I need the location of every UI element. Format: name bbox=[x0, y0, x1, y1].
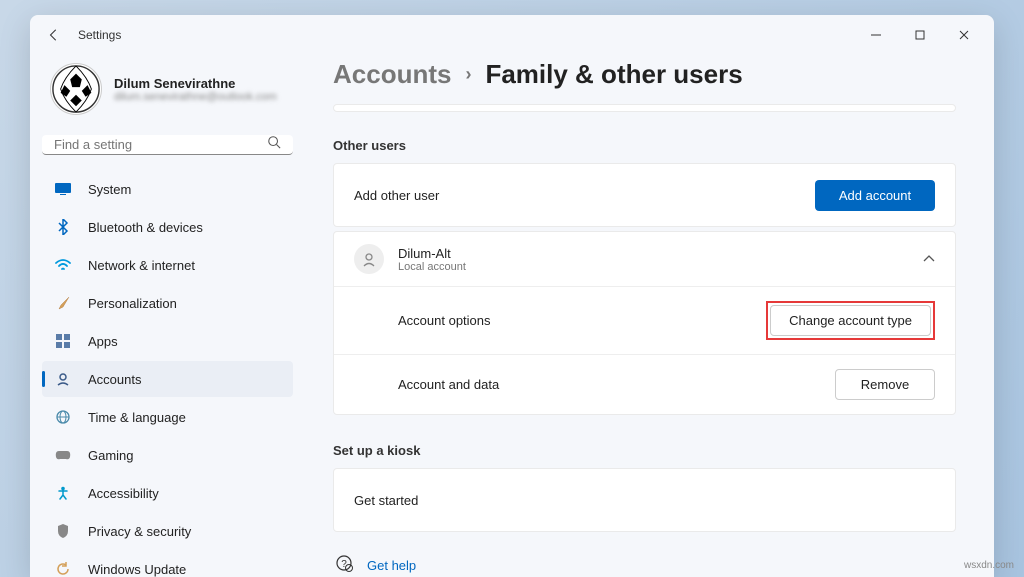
sidebar-item-update[interactable]: Windows Update bbox=[42, 551, 293, 577]
sidebar-item-accounts[interactable]: Accounts bbox=[42, 361, 293, 397]
account-data-label: Account and data bbox=[398, 377, 835, 392]
user-type: Local account bbox=[398, 261, 466, 273]
sidebar-item-time[interactable]: Time & language bbox=[42, 399, 293, 435]
sidebar-item-label: System bbox=[88, 182, 131, 197]
apps-icon bbox=[54, 332, 72, 350]
kiosk-card[interactable]: Get started bbox=[333, 468, 956, 532]
accessibility-icon bbox=[54, 484, 72, 502]
sidebar-item-system[interactable]: System bbox=[42, 171, 293, 207]
user-name: Dilum-Alt bbox=[398, 246, 466, 261]
add-other-user-label: Add other user bbox=[354, 188, 815, 203]
section-kiosk-heading: Set up a kiosk bbox=[333, 443, 956, 458]
window-title: Settings bbox=[78, 28, 121, 42]
minimize-button[interactable] bbox=[854, 19, 898, 51]
sidebar-item-accessibility[interactable]: Accessibility bbox=[42, 475, 293, 511]
sidebar-item-network[interactable]: Network & internet bbox=[42, 247, 293, 283]
chevron-right-icon: › bbox=[465, 64, 471, 85]
sidebar-item-gaming[interactable]: Gaming bbox=[42, 437, 293, 473]
breadcrumb-parent[interactable]: Accounts bbox=[333, 59, 451, 90]
svg-text:?: ? bbox=[341, 559, 347, 570]
gaming-icon bbox=[54, 446, 72, 464]
profile-name: Dilum Senevirathne bbox=[114, 76, 277, 91]
search-box[interactable] bbox=[42, 135, 293, 155]
profile-block[interactable]: Dilum Senevirathne dilum.senevirathne@ou… bbox=[42, 55, 293, 135]
maximize-button[interactable] bbox=[898, 19, 942, 51]
brush-icon bbox=[54, 294, 72, 312]
accounts-icon bbox=[54, 370, 72, 388]
window-controls bbox=[854, 19, 986, 51]
sidebar-item-label: Gaming bbox=[88, 448, 134, 463]
sidebar-item-label: Network & internet bbox=[88, 258, 195, 273]
account-data-row: Account and data Remove bbox=[334, 354, 955, 414]
get-help-link[interactable]: Get help bbox=[367, 558, 416, 573]
account-options-row: Account options Change account type bbox=[334, 287, 955, 354]
globe-icon bbox=[54, 408, 72, 426]
breadcrumb-current: Family & other users bbox=[485, 59, 742, 90]
profile-email: dilum.senevirathne@outlook.com bbox=[114, 91, 277, 103]
sidebar-item-label: Personalization bbox=[88, 296, 177, 311]
add-user-card: Add other user Add account bbox=[333, 163, 956, 227]
remove-button[interactable]: Remove bbox=[835, 369, 935, 400]
person-icon bbox=[354, 244, 384, 274]
partial-card-top bbox=[333, 104, 956, 112]
sidebar-item-label: Privacy & security bbox=[88, 524, 191, 539]
update-icon bbox=[54, 560, 72, 577]
help-row: ? Get help bbox=[333, 546, 956, 577]
user-row[interactable]: Dilum-Alt Local account bbox=[334, 232, 955, 286]
settings-window: Settings Dilum Senevirathne bbox=[30, 15, 994, 577]
kiosk-label: Get started bbox=[354, 493, 935, 508]
sidebar-item-label: Windows Update bbox=[88, 562, 186, 577]
search-icon bbox=[267, 135, 281, 154]
watermark: wsxdn.com bbox=[964, 560, 1014, 571]
sidebar-item-label: Apps bbox=[88, 334, 118, 349]
breadcrumb: Accounts › Family & other users bbox=[333, 59, 956, 90]
sidebar-item-bluetooth[interactable]: Bluetooth & devices bbox=[42, 209, 293, 245]
sidebar: Dilum Senevirathne dilum.senevirathne@ou… bbox=[30, 55, 305, 577]
main-content: Accounts › Family & other users Other us… bbox=[305, 55, 994, 577]
sidebar-item-apps[interactable]: Apps bbox=[42, 323, 293, 359]
highlight-box: Change account type bbox=[766, 301, 935, 340]
user-card: Dilum-Alt Local account Account options … bbox=[333, 231, 956, 415]
nav-list: System Bluetooth & devices Network & int… bbox=[42, 171, 293, 577]
avatar bbox=[50, 63, 102, 115]
change-account-type-button[interactable]: Change account type bbox=[770, 305, 931, 336]
sidebar-item-label: Accounts bbox=[88, 372, 141, 387]
shield-icon bbox=[54, 522, 72, 540]
back-button[interactable] bbox=[38, 19, 70, 51]
sidebar-item-label: Accessibility bbox=[88, 486, 159, 501]
help-icon: ? bbox=[335, 554, 353, 577]
add-account-button[interactable]: Add account bbox=[815, 180, 935, 211]
sidebar-item-privacy[interactable]: Privacy & security bbox=[42, 513, 293, 549]
titlebar: Settings bbox=[30, 15, 994, 55]
sidebar-item-personalization[interactable]: Personalization bbox=[42, 285, 293, 321]
search-input[interactable] bbox=[54, 137, 267, 152]
account-options-label: Account options bbox=[398, 313, 766, 328]
wifi-icon bbox=[54, 256, 72, 274]
close-button[interactable] bbox=[942, 19, 986, 51]
bluetooth-icon bbox=[54, 218, 72, 236]
sidebar-item-label: Bluetooth & devices bbox=[88, 220, 203, 235]
sidebar-item-label: Time & language bbox=[88, 410, 186, 425]
section-other-users-heading: Other users bbox=[333, 138, 956, 153]
chevron-up-icon bbox=[923, 250, 935, 268]
system-icon bbox=[54, 180, 72, 198]
